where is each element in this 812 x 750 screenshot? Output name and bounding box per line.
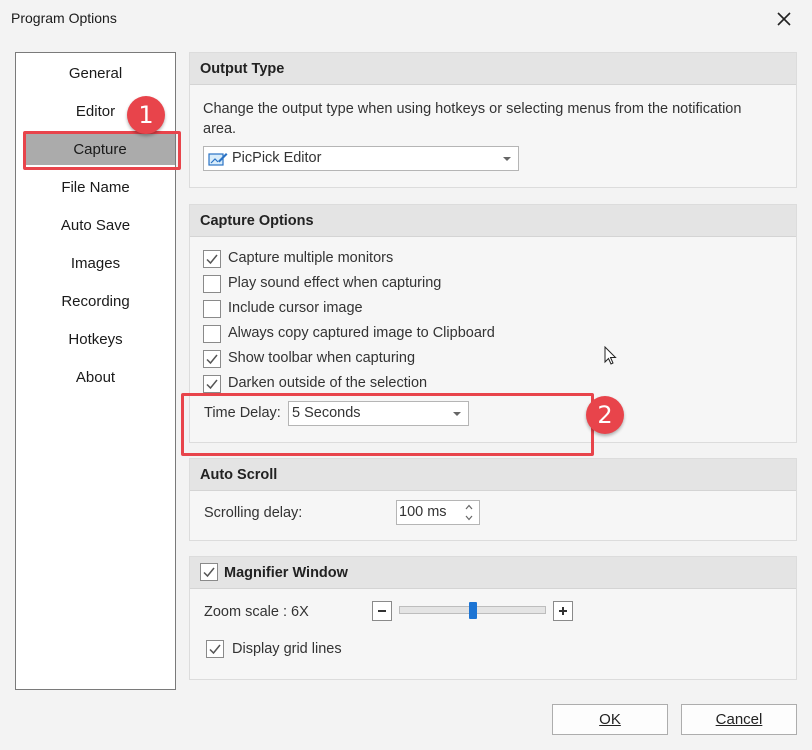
checkbox-display-grid-lines[interactable] — [206, 640, 224, 658]
annotation-badge-1: 1 — [127, 96, 165, 134]
check-icon — [206, 379, 218, 390]
sidebar-item-file-name[interactable]: File Name — [16, 172, 175, 202]
output-type-header: Output Type — [190, 53, 796, 85]
cancel-button-label: Cancel — [715, 711, 763, 728]
output-type-value: PicPick Editor — [232, 150, 322, 166]
magnifier-group: Magnifier Window Zoom scale : 6X Display… — [189, 556, 797, 680]
output-type-group: Output Type Change the output type when … — [189, 52, 797, 188]
sidebar-item-label: Images — [70, 254, 121, 272]
option-label: Include cursor image — [228, 300, 363, 316]
option-label: Play sound effect when capturing — [228, 275, 442, 291]
plus-icon — [559, 607, 567, 615]
output-type-description: Change the output type when using hotkey… — [203, 101, 742, 137]
magnifier-header-label: Magnifier Window — [224, 564, 348, 581]
check-icon — [206, 354, 218, 365]
sidebar-item-recording[interactable]: Recording — [16, 286, 175, 316]
check-icon — [206, 254, 218, 265]
auto-scroll-header: Auto Scroll — [190, 459, 796, 491]
ok-button[interactable]: OK — [552, 704, 668, 735]
picpick-editor-icon — [208, 153, 228, 166]
sidebar-item-images[interactable]: Images — [16, 248, 175, 278]
ok-button-label: OK — [599, 711, 621, 728]
zoom-increase-button[interactable] — [553, 601, 573, 621]
scrolling-delay-value: 100 ms — [399, 504, 447, 520]
option-label: Always copy captured image to Clipboard — [228, 325, 495, 341]
checkbox-show-toolbar[interactable] — [203, 350, 221, 368]
checkbox-magnifier-window[interactable] — [200, 563, 218, 581]
magnifier-header: Magnifier Window — [190, 557, 796, 589]
sidebar-item-auto-save[interactable]: Auto Save — [16, 210, 175, 240]
check-icon — [203, 567, 215, 578]
sidebar-item-label: Hotkeys — [68, 330, 123, 348]
annotation-box-capture — [23, 131, 181, 170]
mouse-cursor-icon — [604, 346, 617, 365]
sidebar-item-about[interactable]: About — [16, 362, 175, 392]
sidebar-item-general[interactable]: General — [16, 58, 175, 88]
option-label: Capture multiple monitors — [228, 250, 394, 266]
minus-icon — [378, 610, 386, 612]
sidebar-item-label: File Name — [61, 178, 130, 196]
capture-options-header: Capture Options — [190, 205, 796, 237]
window-title: Program Options — [11, 10, 117, 26]
zoom-scale-label: Zoom scale : 6X — [204, 604, 309, 620]
sidebar-item-label: Editor — [75, 102, 116, 120]
option-label: Darken outside of the selection — [228, 375, 428, 391]
scrolling-delay-spinner[interactable]: 100 ms — [396, 500, 480, 525]
close-icon — [777, 12, 791, 26]
sidebar-item-label: General — [68, 64, 123, 82]
scrolling-delay-label: Scrolling delay: — [204, 505, 303, 521]
zoom-decrease-button[interactable] — [372, 601, 392, 621]
sidebar-item-label: About — [75, 368, 116, 386]
spin-down-icon[interactable] — [465, 515, 473, 521]
option-label: Show toolbar when capturing — [228, 350, 416, 366]
display-grid-lines-label: Display grid lines — [232, 641, 342, 657]
check-icon — [209, 644, 221, 655]
sidebar-item-label: Recording — [61, 292, 130, 310]
output-type-dropdown[interactable]: PicPick Editor — [203, 146, 519, 171]
spin-up-icon[interactable] — [465, 504, 473, 510]
checkbox-capture-multiple-monitors[interactable] — [203, 250, 221, 268]
checkbox-play-sound[interactable] — [203, 275, 221, 293]
checkbox-darken-outside[interactable] — [203, 375, 221, 393]
title-bar: Program Options — [0, 0, 812, 38]
sidebar-item-label: Auto Save — [60, 216, 131, 234]
zoom-slider-thumb[interactable] — [468, 602, 477, 619]
checkbox-copy-clipboard[interactable] — [203, 325, 221, 343]
chevron-down-icon — [503, 157, 511, 161]
annotation-box-time-delay — [181, 393, 594, 456]
annotation-badge-2: 2 — [586, 396, 624, 434]
close-button[interactable] — [770, 6, 798, 32]
auto-scroll-group: Auto Scroll Scrolling delay: 100 ms — [189, 458, 797, 541]
checkbox-include-cursor[interactable] — [203, 300, 221, 318]
cancel-button[interactable]: Cancel — [681, 704, 797, 735]
sidebar-item-hotkeys[interactable]: Hotkeys — [16, 324, 175, 354]
